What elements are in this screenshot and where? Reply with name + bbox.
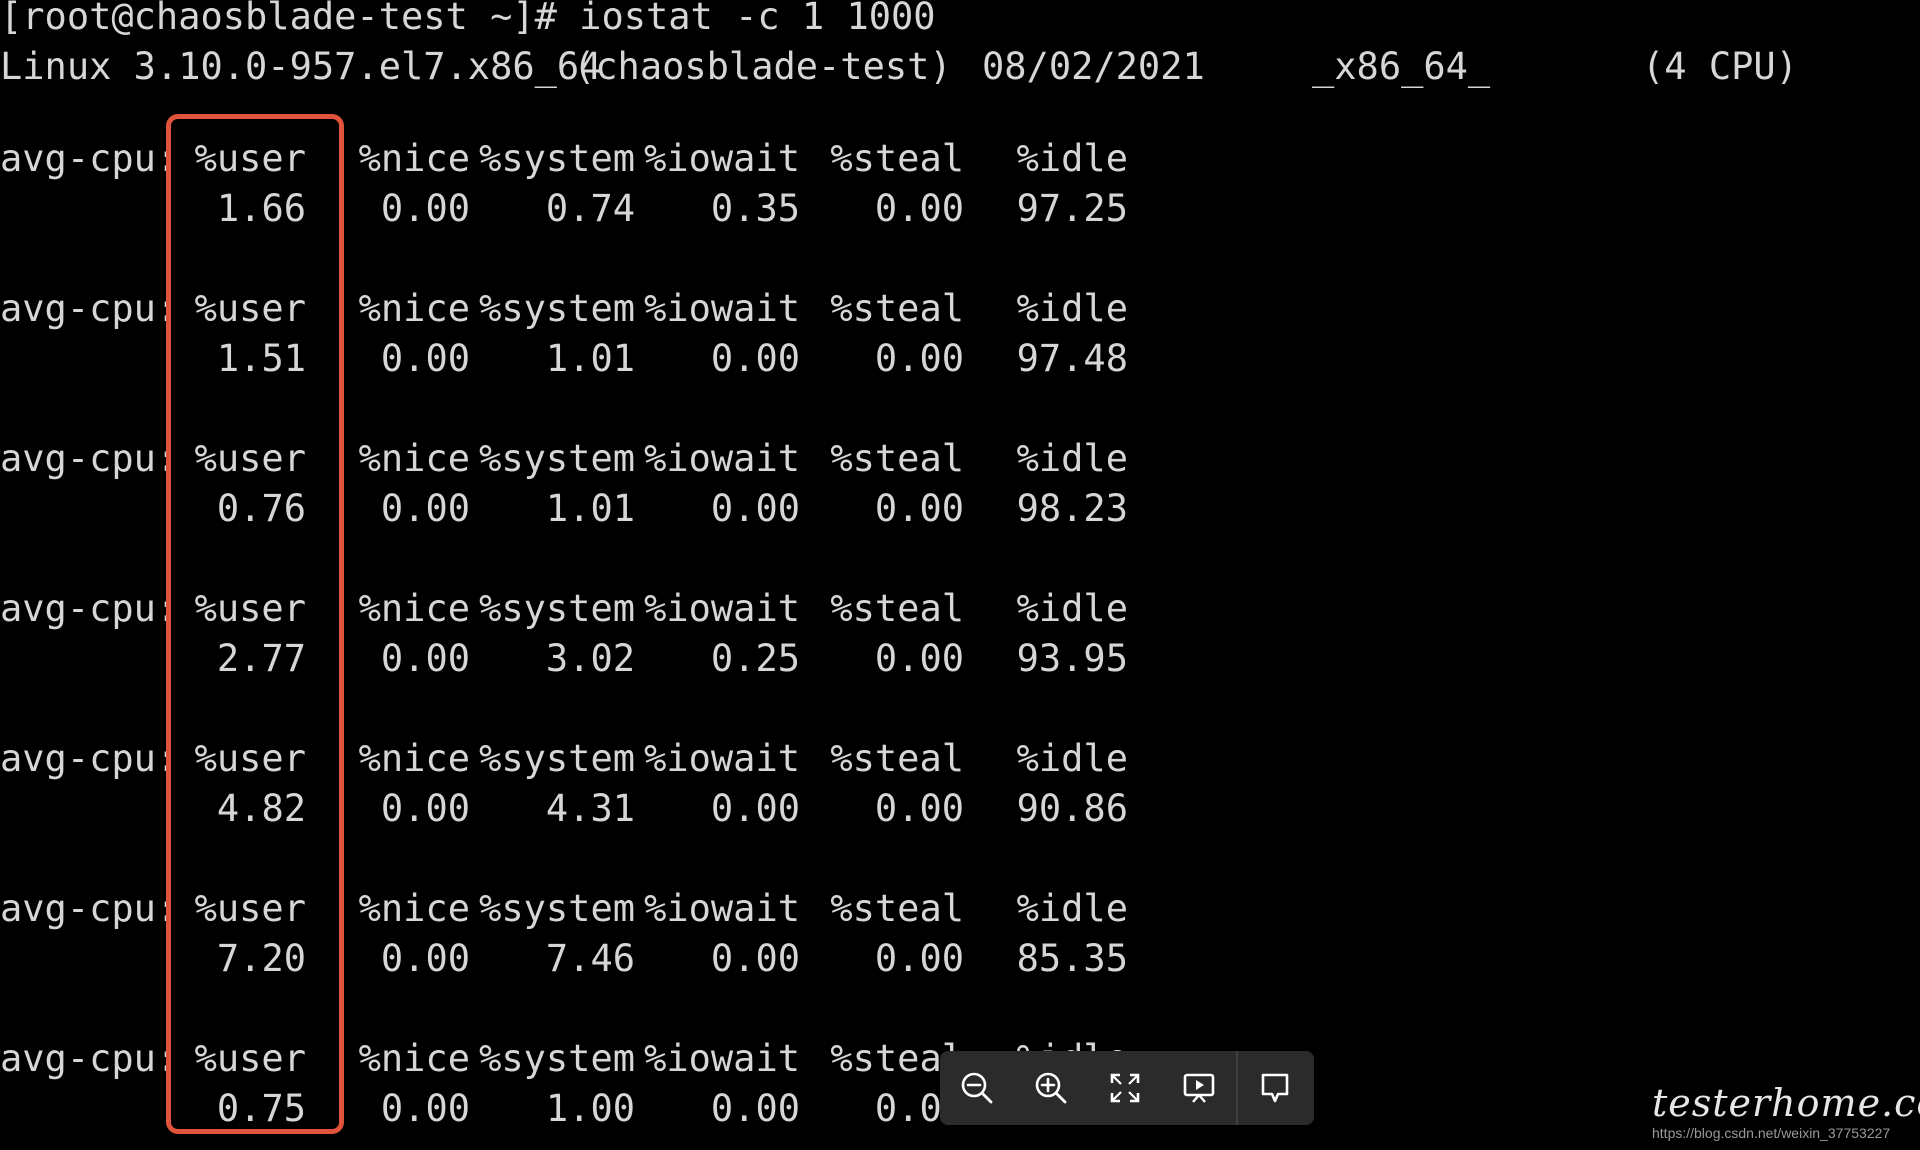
stat-value: 0.00 bbox=[710, 1087, 800, 1130]
column-header: %iowait bbox=[644, 737, 800, 780]
column-header: %iowait bbox=[644, 137, 800, 180]
zoom-out-icon bbox=[961, 1072, 993, 1104]
zoom-out-button[interactable] bbox=[940, 1051, 1014, 1125]
column-header: %steal bbox=[830, 587, 964, 630]
watermark-logo: testerhome.com bbox=[1652, 1081, 1920, 1125]
stat-value: 0.00 bbox=[710, 487, 800, 530]
header-date: 08/02/2021 bbox=[982, 45, 1205, 88]
stat-value: 98.23 bbox=[1016, 487, 1128, 530]
fullscreen-button[interactable] bbox=[1088, 1051, 1162, 1125]
column-header: %steal bbox=[830, 287, 964, 330]
column-header: %idle bbox=[1016, 737, 1128, 780]
stat-value: 0.00 bbox=[710, 337, 800, 380]
stat-value: 0.00 bbox=[874, 337, 964, 380]
column-header: %steal bbox=[830, 737, 964, 780]
stat-value: 1.01 bbox=[545, 487, 635, 530]
stat-value: 7.46 bbox=[545, 937, 635, 980]
column-header: %idle bbox=[1016, 437, 1128, 480]
prompt-line: [root@chaosblade-test ~]# iostat -c 1 10… bbox=[0, 0, 936, 38]
stat-value: 0.35 bbox=[710, 187, 800, 230]
image-viewer-toolbar bbox=[940, 1051, 1314, 1125]
column-header: %idle bbox=[1016, 287, 1128, 330]
stat-value: 0.74 bbox=[545, 187, 635, 230]
stat-value: 0.00 bbox=[874, 187, 964, 230]
column-header: %steal bbox=[830, 887, 964, 930]
fullscreen-icon bbox=[1110, 1073, 1140, 1103]
column-header: %system bbox=[479, 887, 635, 930]
column-header: %system bbox=[479, 587, 635, 630]
column-header: %steal bbox=[830, 137, 964, 180]
stat-value: 0.00 bbox=[874, 487, 964, 530]
stat-value: 1.01 bbox=[545, 337, 635, 380]
stat-value: 97.25 bbox=[1016, 187, 1128, 230]
zoom-in-icon bbox=[1035, 1072, 1067, 1104]
column-header: %idle bbox=[1016, 887, 1128, 930]
column-header: %iowait bbox=[644, 587, 800, 630]
column-header: %system bbox=[479, 287, 635, 330]
stat-value: 0.25 bbox=[710, 637, 800, 680]
stat-value: 0.00 bbox=[710, 937, 800, 980]
column-header: %system bbox=[479, 737, 635, 780]
stat-value: 0.00 bbox=[874, 637, 964, 680]
column-header: %system bbox=[479, 137, 635, 180]
slideshow-icon bbox=[1183, 1073, 1215, 1103]
site-watermark: testerhome.com https://blog.csdn.net/wei… bbox=[1652, 1080, 1920, 1150]
stat-value: 93.95 bbox=[1016, 637, 1128, 680]
header-host: (chaosblade-test) bbox=[573, 45, 952, 88]
column-header: %iowait bbox=[644, 437, 800, 480]
column-header: %idle bbox=[1016, 587, 1128, 630]
zoom-in-button[interactable] bbox=[1014, 1051, 1088, 1125]
comment-button[interactable] bbox=[1238, 1051, 1312, 1125]
comment-icon bbox=[1261, 1073, 1289, 1103]
stat-value: 4.31 bbox=[545, 787, 635, 830]
user-column-highlight bbox=[166, 114, 344, 1134]
column-header: %system bbox=[479, 437, 635, 480]
column-header: %steal bbox=[830, 1037, 964, 1080]
stat-value: 3.02 bbox=[545, 637, 635, 680]
stat-value: 1.00 bbox=[545, 1087, 635, 1130]
column-header: %iowait bbox=[644, 1037, 800, 1080]
column-header: %system bbox=[479, 1037, 635, 1080]
stat-value: 97.48 bbox=[1016, 337, 1128, 380]
stat-value: 0.00 bbox=[874, 937, 964, 980]
stat-value: 0.00 bbox=[874, 1087, 964, 1130]
stat-value: 90.86 bbox=[1016, 787, 1128, 830]
column-header: %idle bbox=[1016, 137, 1128, 180]
stat-value: 0.00 bbox=[874, 787, 964, 830]
column-header: %iowait bbox=[644, 887, 800, 930]
column-header: %iowait bbox=[644, 287, 800, 330]
stat-value: 85.35 bbox=[1016, 937, 1128, 980]
header-kernel: Linux 3.10.0-957.el7.x86_64 bbox=[0, 45, 602, 88]
header-cpus: (4 CPU) bbox=[1642, 45, 1798, 88]
stat-value: 0.00 bbox=[710, 787, 800, 830]
slideshow-button[interactable] bbox=[1162, 1051, 1236, 1125]
terminal-window: [root@chaosblade-test ~]# iostat -c 1 10… bbox=[0, 0, 1920, 1150]
watermark-url: https://blog.csdn.net/weixin_37753227 bbox=[1652, 1125, 1891, 1141]
column-header: %steal bbox=[830, 437, 964, 480]
header-arch: _x86_64_ bbox=[1312, 45, 1491, 88]
